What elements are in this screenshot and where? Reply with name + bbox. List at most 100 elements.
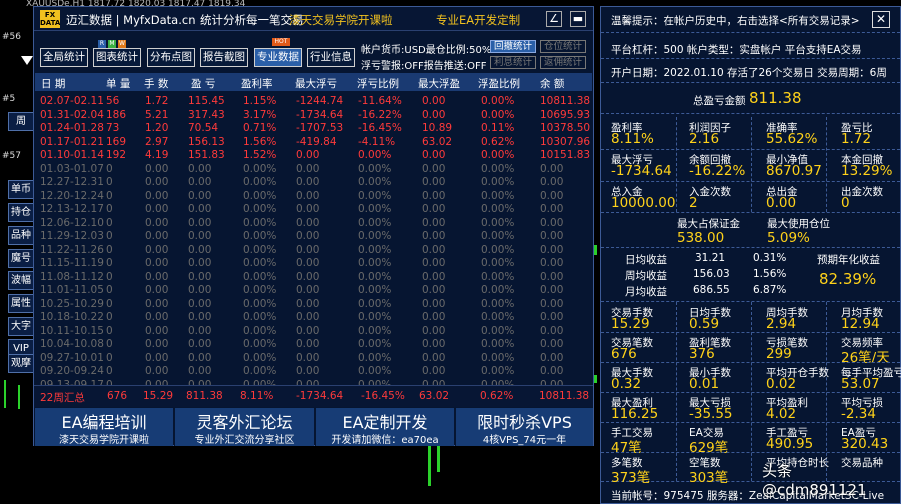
cell-balance: 0.00	[540, 284, 564, 296]
summary-float-profit-ratio: 0.62%	[480, 390, 514, 402]
cell-profit-rate: 0.00%	[243, 216, 277, 229]
table-row[interactable]: 02.07-02.11 56 1.72 115.45 1.15% -1244.74 -11.…	[35, 95, 592, 108]
cell-float-profit-ratio: 0.00%	[481, 324, 515, 337]
cell-orders: 56	[106, 95, 120, 107]
cell-pnl: 0.00	[188, 176, 212, 188]
drawdown-stats-button[interactable]: 回撤统计	[490, 40, 536, 53]
table-row[interactable]: 11.15-11.19 0 0.00 0.00 0.00% 0.00 0.00% 0.00 0.…	[35, 257, 592, 270]
rebate-stats-button[interactable]: 返佣统计	[540, 56, 586, 69]
promo-academy-link[interactable]: 漆天交易学院开课啦	[289, 12, 393, 28]
cell-date: 02.07-02.11	[40, 95, 104, 107]
cell-max-float-loss: 0.00	[296, 176, 320, 188]
table-row[interactable]: 11.08-11.12 0 0.00 0.00 0.00% 0.00 0.00% 0.00 0.…	[35, 271, 592, 284]
cell-max-float-loss: 0.00	[296, 351, 320, 364]
stat-value: 53.07	[841, 376, 880, 392]
side-button-symbol[interactable]: 品种	[8, 226, 34, 245]
table-row[interactable]: 01.31-02.04 186 5.21 317.43 3.17% -1734.64 -16…	[35, 109, 592, 122]
table-row[interactable]: 01.10-01.14 192 4.19 151.83 1.52% 0.00 0.00% 0.…	[35, 149, 592, 162]
tab-chart-stats[interactable]: 图表统计	[93, 48, 141, 67]
cell-profit-rate: 0.00%	[243, 230, 277, 242]
grid-divider	[601, 452, 900, 453]
tab-pro-data[interactable]: 专业数据	[254, 48, 302, 67]
banner-vps[interactable]: 限时秒杀VPS 4核VPS_74元一年	[455, 408, 593, 446]
cell-float-loss-ratio: 0.00%	[358, 230, 392, 242]
cell-lots: 0.00	[145, 257, 169, 269]
col-balance: 余 额	[540, 78, 565, 90]
minimize-icon[interactable]: ▬	[570, 11, 586, 27]
candle	[4, 380, 6, 408]
cell-balance: 0.00	[540, 216, 564, 229]
cell-date: 01.17-01.21	[40, 135, 104, 148]
banner-ea-custom[interactable]: EA定制开发 开发请加微信：ea70ea	[315, 408, 454, 446]
cell-float-profit-ratio: 0.00%	[481, 311, 515, 323]
table-row[interactable]: 10.25-10.29 0 0.00 0.00 0.00% 0.00 0.00% 0.00 0.…	[35, 298, 592, 311]
cell-balance: 0.00	[540, 351, 564, 364]
cell-max-float-loss: 0.00	[296, 149, 320, 161]
table-row[interactable]: 11.01-11.05 0 0.00 0.00 0.00% 0.00 0.00% 0.00 0.…	[35, 284, 592, 297]
candle	[437, 446, 440, 472]
side-button-magic[interactable]: 魔号	[8, 249, 34, 268]
cell-balance: 0.00	[540, 203, 564, 215]
chart-left-labels: #56 #5 #57	[2, 30, 32, 170]
table-row[interactable]: 10.18-10.22 0 0.00 0.00 0.00% 0.00 0.00% 0.00 0.…	[35, 311, 592, 324]
cell-max-float-profit: 0.00	[422, 365, 446, 377]
stat-value: 31.21	[695, 252, 726, 264]
cell-max-float-profit: 0.00	[422, 176, 446, 188]
cell-lots: 0.00	[145, 176, 169, 188]
position-stats-button[interactable]: 仓位统计	[540, 40, 586, 53]
cell-profit-rate: 0.71%	[243, 122, 277, 134]
close-icon[interactable]: ✕	[872, 11, 890, 28]
table-row[interactable]: 12.13-12.17 0 0.00 0.00 0.00% 0.00 0.00% 0.00 0.…	[35, 203, 592, 216]
banner-subtitle: 4核VPS_74元一年	[482, 435, 567, 446]
cell-max-float-profit: 0.00	[422, 108, 446, 121]
edit-icon[interactable]: ∠	[546, 11, 562, 27]
tab-industry-info[interactable]: 行业信息	[307, 48, 355, 67]
cell-pnl: 0.00	[188, 324, 212, 337]
tab-report-screenshot[interactable]: 报告截图	[200, 48, 248, 67]
cell-pnl: 115.45	[188, 95, 225, 107]
table-row[interactable]: 09.27-10.01 0 0.00 0.00 0.00% 0.00 0.00% 0.00 0.…	[35, 352, 592, 365]
stat-value: 373笔	[611, 470, 651, 486]
table-row[interactable]: 10.04-10.08 0 0.00 0.00 0.00% 0.00 0.00% 0.00 0.…	[35, 338, 592, 351]
table-row[interactable]: 10.11-10.15 0 0.00 0.00 0.00% 0.00 0.00% 0.00 0.…	[35, 325, 592, 338]
table-row[interactable]: 11.22-11.26 0 0.00 0.00 0.00% 0.00 0.00% 0.00 0.…	[35, 244, 592, 257]
cell-profit-rate: 0.00%	[243, 351, 277, 364]
banner-forum[interactable]: 灵客外汇论坛 专业外汇交流分享社区	[174, 408, 314, 446]
cell-orders: 0	[106, 324, 113, 337]
side-button-week[interactable]: 周	[8, 112, 34, 131]
cell-max-float-loss: 0.00	[296, 365, 320, 377]
interest-stats-button[interactable]: 利息统计	[490, 56, 536, 69]
table-row[interactable]: 01.24-01.28 73 1.20 70.54 0.71% -1707.53 -16.4…	[35, 122, 592, 135]
cell-pnl: 0.00	[188, 216, 212, 229]
stat-value: 2.94	[766, 316, 797, 332]
table-row[interactable]: 12.20-12.24 0 0.00 0.00 0.00% 0.00 0.00% 0.00 0.…	[35, 190, 592, 203]
cell-max-float-profit: 0.00	[422, 270, 446, 283]
cell-float-loss-ratio: 0.00%	[358, 243, 392, 256]
cell-pnl: 0.00	[188, 365, 212, 377]
promo-ea-link[interactable]: 专业EA开发定制	[436, 12, 520, 28]
side-button-attr[interactable]: 属性	[8, 294, 34, 313]
cell-lots: 0.00	[145, 203, 169, 215]
cell-balance: 0.00	[540, 338, 564, 350]
cell-float-loss-ratio: 0.00%	[358, 189, 392, 202]
cell-max-float-profit: 0.00	[422, 297, 446, 310]
table-row[interactable]: 09.20-09.24 0 0.00 0.00 0.00% 0.00 0.00% 0.00 0.…	[35, 365, 592, 378]
tab-global-stats[interactable]: 全局统计	[40, 48, 88, 67]
banner-ea-training[interactable]: EA编程培训 漆天交易学院开课啦	[34, 408, 173, 446]
cell-orders: 0	[106, 176, 113, 188]
side-button-range[interactable]: 波幅	[8, 271, 34, 290]
cell-max-float-profit: 0.00	[422, 149, 446, 161]
cell-orders: 192	[106, 149, 127, 161]
table-row[interactable]: 01.03-01.07 0 0.00 0.00 0.00% 0.00 0.00% 0.00 0.…	[35, 163, 592, 176]
side-button-observe[interactable]: 观摩	[8, 354, 34, 373]
side-button-currency[interactable]: 单币	[8, 180, 34, 199]
banner-subtitle: 漆天交易学院开课啦	[59, 435, 149, 446]
table-row[interactable]: 11.29-12.03 0 0.00 0.00 0.00% 0.00 0.00% 0.00 0.…	[35, 230, 592, 243]
table-row[interactable]: 01.17-01.21 169 2.97 156.13 1.56% -419.84 -4.1…	[35, 136, 592, 149]
tab-distribution[interactable]: 分布点图	[147, 48, 195, 67]
side-button-position[interactable]: 持仓	[8, 203, 34, 222]
table-row[interactable]: 12.27-12.31 0 0.00 0.00 0.00% 0.00 0.00% 0.00 0.…	[35, 176, 592, 189]
cell-max-float-profit: 0.00	[422, 230, 446, 242]
side-button-bigfont[interactable]: 大字	[8, 317, 34, 336]
table-row[interactable]: 12.06-12.10 0 0.00 0.00 0.00% 0.00 0.00% 0.00 0.…	[35, 217, 592, 230]
